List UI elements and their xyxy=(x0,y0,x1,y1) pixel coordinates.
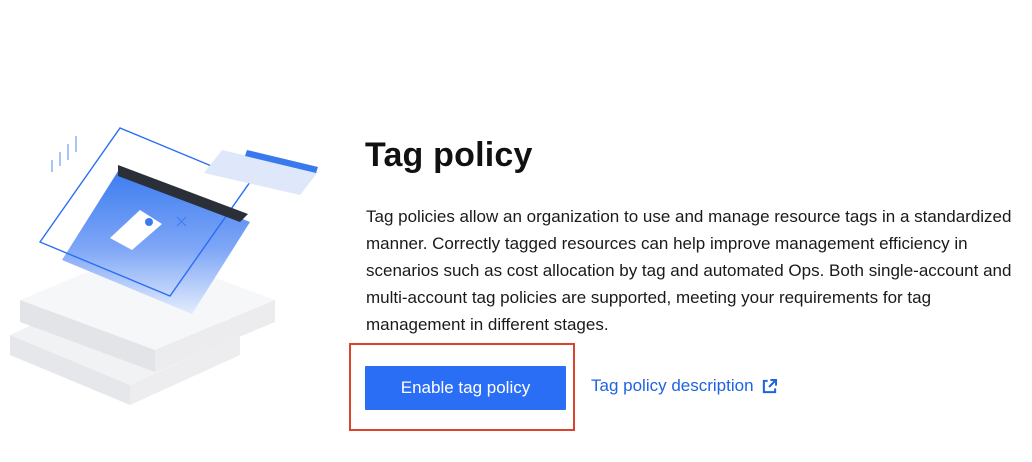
external-link-icon xyxy=(762,378,777,393)
page-description: Tag policies allow an organization to us… xyxy=(366,207,1012,334)
enable-tag-policy-button[interactable]: Enable tag policy xyxy=(365,366,566,410)
page-title: Tag policy xyxy=(365,136,533,174)
tag-policy-description-link[interactable]: Tag policy description xyxy=(591,376,777,396)
tag-policy-illustration xyxy=(10,127,318,405)
doc-link-label: Tag policy description xyxy=(591,376,754,395)
